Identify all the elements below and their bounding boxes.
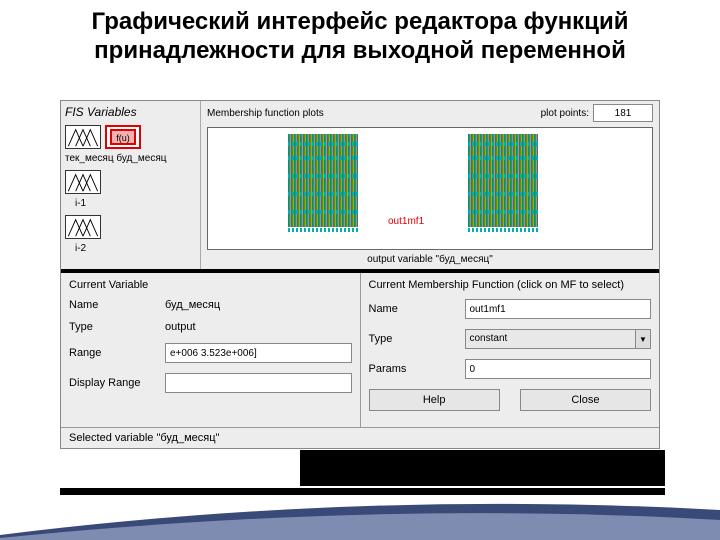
plot-panel: Membership function plots plot points: o… (201, 101, 659, 269)
display-range-label: Display Range (69, 377, 159, 389)
plot-points-input[interactable] (593, 104, 653, 122)
close-button[interactable]: Close (520, 389, 651, 411)
name-label: Name (69, 299, 159, 311)
current-mf-panel: Current Membership Function (click on MF… (360, 273, 660, 427)
mf-type-label: Type (369, 333, 459, 345)
mf-selected-label: out1mf1 (388, 216, 424, 227)
mf-plot-title: Membership function plots (207, 108, 324, 119)
mf-editor-window: FIS Variables f(u) тек_месяц буд_месяц i… (60, 100, 660, 449)
bottom-panels: Current Variable Name буд_месяц Type out… (61, 273, 659, 427)
var-label-1: i-1 (65, 198, 196, 209)
range-label: Range (69, 347, 159, 359)
output-var-selected[interactable]: f(u) (105, 125, 141, 149)
mf-name-label: Name (369, 303, 459, 315)
shadow (60, 488, 665, 495)
shadow (300, 450, 665, 486)
mf-params-input[interactable] (465, 359, 652, 379)
current-variable-panel: Current Variable Name буд_месяц Type out… (61, 273, 360, 427)
top-panels: FIS Variables f(u) тек_месяц буд_месяц i… (61, 101, 659, 269)
var-row-0[interactable]: f(u) (65, 125, 196, 149)
chevron-down-icon[interactable]: ▼ (635, 329, 651, 349)
fu-badge: f(u) (110, 129, 136, 145)
type-label: Type (69, 321, 159, 333)
current-var-title: Current Variable (69, 279, 352, 291)
help-button[interactable]: Help (369, 389, 500, 411)
mf-type-select[interactable]: constant ▼ (465, 329, 652, 349)
mf-icon (65, 170, 101, 194)
fis-title: FIS Variables (65, 105, 196, 119)
display-range-input[interactable] (165, 373, 352, 393)
mf-type-value: constant (465, 329, 636, 349)
mf-cluster-1[interactable] (288, 134, 358, 227)
plot-header: Membership function plots plot points: (201, 101, 659, 125)
var-row-1[interactable] (65, 170, 196, 194)
current-mf-title: Current Membership Function (click on MF… (369, 279, 652, 291)
mf-icon (65, 125, 101, 149)
var-row-2[interactable] (65, 215, 196, 239)
var-label-0: тек_месяц буд_месяц (65, 153, 196, 164)
plot-points-label: plot points: (541, 108, 589, 119)
slide-title: Графический интерфейс редактора функций … (0, 0, 720, 70)
plot-caption: output variable "буд_месяц" (201, 252, 659, 269)
mf-cluster-2[interactable] (468, 134, 538, 227)
type-value: output (165, 321, 352, 333)
range-input[interactable] (165, 343, 352, 363)
name-value: буд_месяц (165, 299, 352, 311)
var-label-2: i-2 (65, 243, 196, 254)
mf-icon (65, 215, 101, 239)
mf-params-label: Params (369, 363, 459, 375)
fis-variables-panel: FIS Variables f(u) тек_месяц буд_месяц i… (61, 101, 201, 269)
mf-name-input[interactable] (465, 299, 652, 319)
plot-area[interactable]: out1mf1 (207, 127, 653, 250)
status-bar: Selected variable "буд_месяц" (61, 427, 659, 448)
